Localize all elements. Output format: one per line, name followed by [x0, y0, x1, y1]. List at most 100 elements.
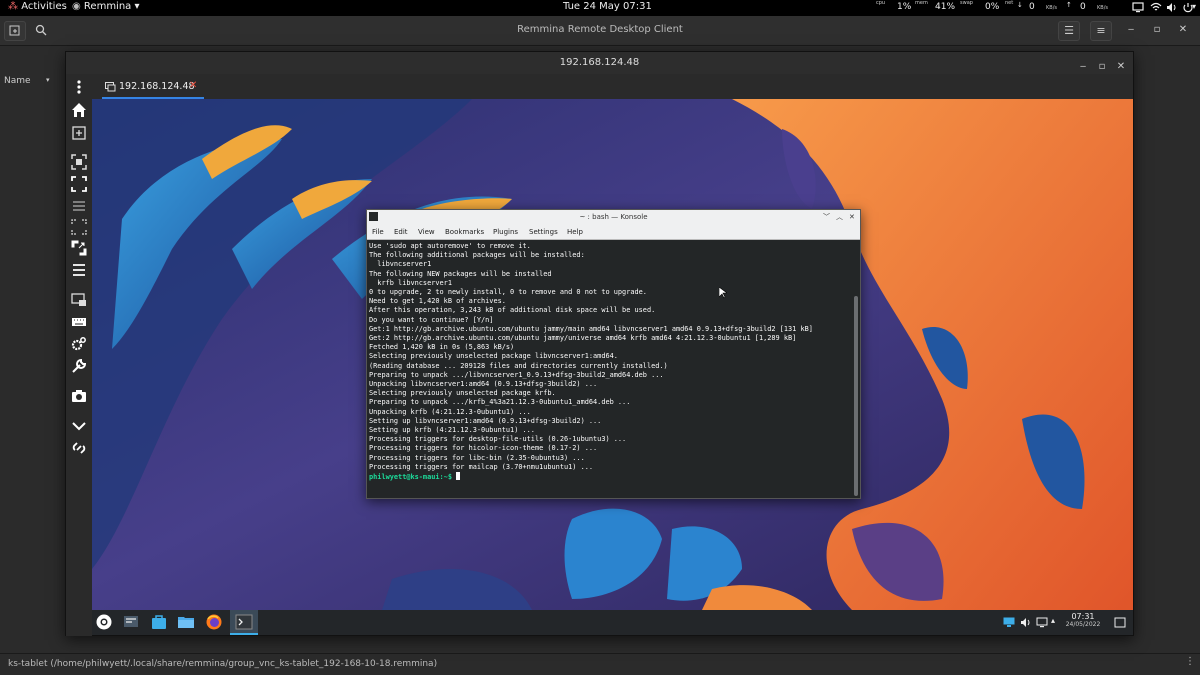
menu-view[interactable]: View: [418, 228, 435, 236]
list-view-button[interactable]: ☰: [1058, 21, 1080, 41]
activities-icon: ⁂: [8, 1, 18, 12]
terminal-line: krfb libvncserver1: [369, 278, 452, 287]
dropdown-arrow-icon: ▾: [134, 1, 140, 12]
konsole-title-bar: ~ : bash — Konsole ﹀ ︿ ✕: [367, 210, 860, 224]
mem-value: 41%: [935, 2, 956, 12]
volume-icon[interactable]: [1166, 2, 1178, 13]
remote-desktop-view[interactable]: ~ : bash — Konsole ﹀ ︿ ✕ File Edit View …: [92, 99, 1133, 635]
cpu-label: cpu: [876, 0, 886, 6]
main-header-bar: Remmina Remote Desktop Client ☰ ≡ ‒ ▫ ✕: [0, 16, 1200, 46]
system-menu-arrow-icon[interactable]: ▾: [1192, 2, 1196, 11]
terminal-line: Selecting previously unselected package …: [369, 352, 618, 361]
connection-tab[interactable]: 192.168.124.48 ✕: [102, 74, 204, 99]
name-column-header[interactable]: Name ▾: [0, 74, 64, 90]
cpu-value: 1%: [897, 2, 912, 12]
kde-time: 07:31: [1071, 612, 1095, 621]
terminal-line: Processing triggers for mailcap (3.70+nm…: [369, 462, 594, 471]
system-settings-icon[interactable]: [122, 613, 140, 631]
new-tab-icon[interactable]: [71, 124, 87, 140]
terminal-line: Do you want to continue? [Y/n]: [369, 315, 494, 324]
konsole-minimize-icon[interactable]: ﹀: [823, 210, 830, 224]
konsole-task-button[interactable]: [230, 610, 258, 635]
multi-monitor-icon[interactable]: [71, 198, 87, 214]
mem-label: mem: [915, 0, 928, 6]
app-menu-button[interactable]: ◉ Remmina ▾: [72, 1, 140, 12]
tools-wrench-icon[interactable]: [71, 358, 87, 374]
terminal-line: Preparing to unpack .../krfb_4%3a21.12.3…: [369, 398, 631, 407]
disconnect-icon[interactable]: [71, 440, 87, 456]
menu-plugins[interactable]: Plugins: [493, 228, 518, 236]
konsole-maximize-icon[interactable]: ︿: [836, 210, 843, 224]
dynamic-resolution-icon[interactable]: [71, 219, 87, 235]
konsole-title: ~ : bash — Konsole: [579, 213, 648, 221]
terminal-scrollbar[interactable]: [854, 296, 858, 496]
home-icon[interactable]: [71, 102, 87, 118]
grab-keyboard-icon[interactable]: [71, 292, 87, 308]
kde-date: 24/05/2022: [1065, 621, 1101, 628]
gnome-top-bar: ⁂ Activities ◉ Remmina ▾ Tue 24 May 07:3…: [0, 0, 1200, 16]
tray-volume-icon[interactable]: [1020, 617, 1032, 628]
connection-tab-bar: 192.168.124.48 ✕: [92, 74, 1133, 99]
switch-tab-icon[interactable]: [71, 262, 87, 278]
terminal-line: After this operation, 3,243 kB of additi…: [369, 306, 656, 315]
tray-network-icon[interactable]: [1036, 617, 1048, 628]
konsole-menu-bar: File Edit View Bookmarks Plugins Setting…: [367, 224, 860, 240]
text-cursor: [456, 472, 461, 481]
clock[interactable]: Tue 24 May 07:31: [563, 1, 652, 12]
keyboard-icon[interactable]: [71, 314, 87, 330]
menu-file[interactable]: File: [372, 228, 384, 236]
close-icon[interactable]: ✕: [1176, 24, 1190, 35]
terminal-line: Get:2 http://gb.archive.ubuntu.com/ubunt…: [369, 334, 797, 343]
mouse-pointer-icon: [719, 287, 727, 299]
status-text: ks-tablet (/home/philwyett/.local/share/…: [8, 659, 438, 669]
shell-prompt: philwyett@ks-maui:~$: [369, 473, 452, 482]
net-up-unit: KB/s: [1097, 5, 1108, 11]
terminal-line: 0 to upgrade, 2 to newly install, 0 to r…: [369, 288, 647, 297]
kde-taskbar: ▴ 07:31 24/05/2022: [92, 610, 1133, 635]
terminal-line: Selecting previously unselected package …: [369, 389, 556, 398]
network-icon[interactable]: [1150, 2, 1162, 13]
menu-edit[interactable]: Edit: [394, 228, 408, 236]
terminal-output[interactable]: Use 'sudo apt autoremove' to remove it. T…: [367, 240, 851, 498]
firefox-icon[interactable]: [205, 613, 223, 631]
menu-settings[interactable]: Settings: [529, 228, 558, 236]
terminal-line: The following additional packages will b…: [369, 251, 585, 260]
minimize-icon[interactable]: ‒: [1124, 24, 1138, 35]
toolbar-menu-icon[interactable]: [71, 79, 87, 95]
scaled-mode-icon[interactable]: [71, 240, 87, 256]
app-menu-label: Remmina: [83, 1, 132, 12]
app-launcher-icon[interactable]: [95, 613, 113, 631]
tray-display-icon[interactable]: [1003, 617, 1015, 628]
resize-grip-icon[interactable]: ⋮: [1185, 656, 1195, 667]
terminal-line: Use 'sudo apt autoremove' to remove it.: [369, 242, 531, 250]
show-desktop-icon[interactable]: [1114, 617, 1126, 628]
remmina-toolbar: [66, 74, 92, 636]
fullscreen-icon[interactable]: [71, 176, 87, 192]
file-manager-icon[interactable]: [177, 613, 195, 631]
konsole-task-icon: [235, 614, 253, 630]
screen-icon[interactable]: [1132, 2, 1144, 13]
menu-help[interactable]: Help: [567, 228, 583, 236]
discover-store-icon[interactable]: [150, 613, 168, 631]
terminal-line: Setting up krfb (4:21.12.3-0ubuntu1) ...: [369, 426, 535, 435]
terminal-line: Need to get 1,420 kB of archives.: [369, 297, 506, 306]
net-up-value: 0: [1080, 2, 1086, 12]
status-bar: ks-tablet (/home/philwyett/.local/share/…: [0, 653, 1200, 675]
connection-title: 192.168.124.48: [559, 57, 640, 68]
minimize-chevron-icon[interactable]: [71, 418, 87, 434]
preferences-gear-icon[interactable]: [71, 336, 87, 352]
activities-button[interactable]: ⁂ Activities: [8, 1, 67, 12]
tray-expand-icon[interactable]: ▴: [1051, 616, 1055, 625]
terminal-line: (Reading database ... 209128 files and d…: [369, 361, 668, 370]
konsole-app-icon: [369, 212, 378, 221]
screenshot-camera-icon[interactable]: [71, 388, 87, 404]
maximize-icon[interactable]: ▫: [1150, 24, 1164, 35]
connection-tab-label: 192.168.124.48: [119, 81, 195, 92]
hamburger-menu-button[interactable]: ≡: [1090, 21, 1112, 41]
close-tab-icon[interactable]: ✕: [189, 80, 197, 91]
konsole-close-icon[interactable]: ✕: [849, 210, 855, 224]
swap-value: 0%: [985, 2, 1000, 12]
menu-bookmarks[interactable]: Bookmarks: [445, 228, 484, 236]
kde-clock[interactable]: 07:31 24/05/2022: [1060, 612, 1106, 628]
fit-window-icon[interactable]: [71, 154, 87, 170]
